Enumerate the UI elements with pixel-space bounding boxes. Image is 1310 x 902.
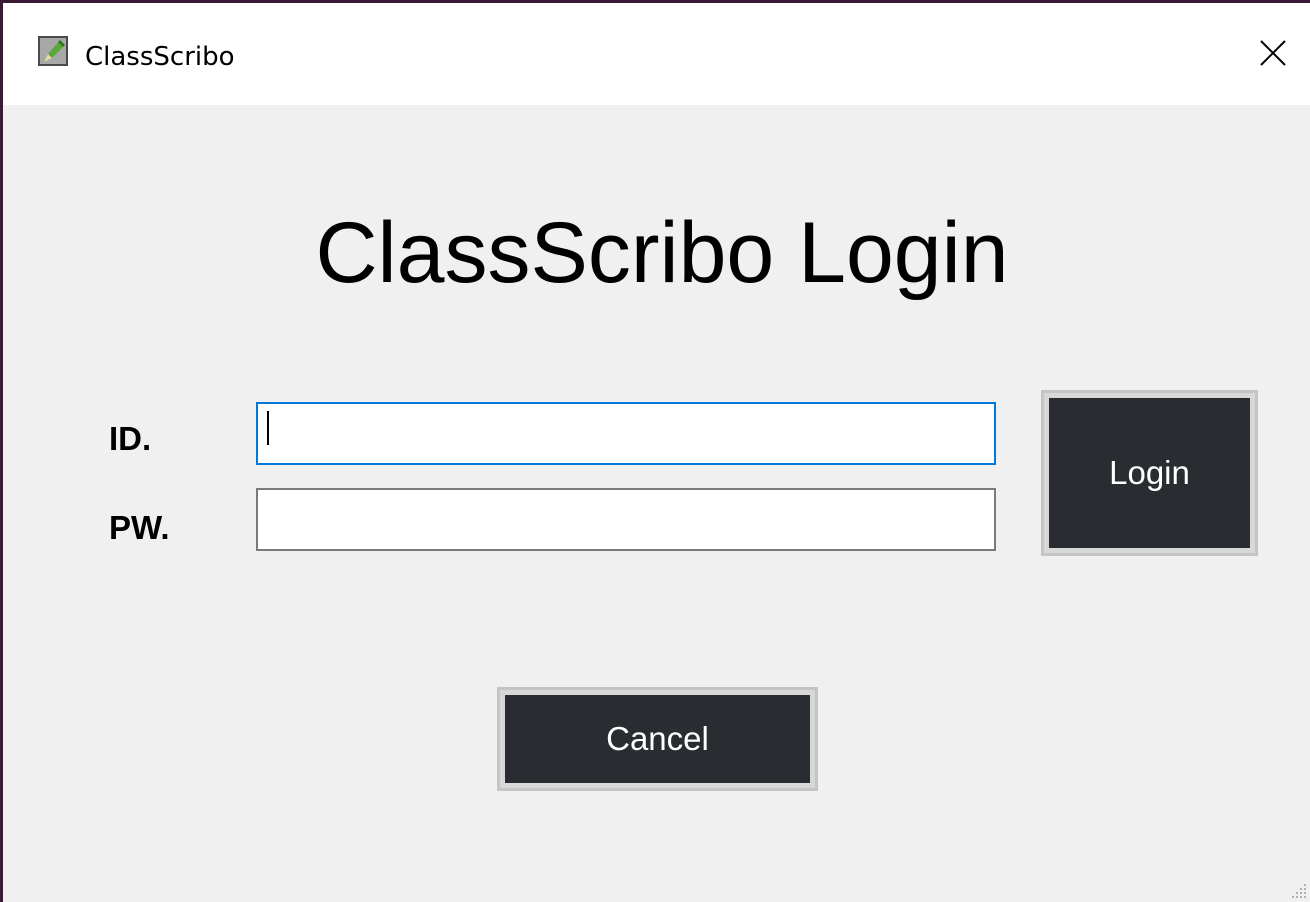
password-input[interactable] xyxy=(256,488,996,551)
close-icon xyxy=(1259,39,1287,72)
id-label: ID. xyxy=(109,420,152,457)
login-heading: ClassScribo Login xyxy=(315,205,1009,301)
resize-grip-icon[interactable] xyxy=(1288,880,1308,900)
login-button-label: Login xyxy=(1049,398,1250,548)
id-input[interactable] xyxy=(256,402,996,465)
login-button[interactable]: Login xyxy=(1041,390,1258,556)
cancel-button[interactable]: Cancel xyxy=(497,687,818,791)
window-title: ClassScribo xyxy=(85,42,235,72)
login-window: ClassScribo ClassScribo Login ID. PW. Lo… xyxy=(0,0,1310,902)
app-pencil-icon xyxy=(38,36,68,66)
pw-label: PW. xyxy=(109,509,170,546)
close-button[interactable] xyxy=(1233,25,1310,85)
title-bar[interactable]: ClassScribo xyxy=(3,3,1310,105)
cancel-button-label: Cancel xyxy=(505,695,810,783)
